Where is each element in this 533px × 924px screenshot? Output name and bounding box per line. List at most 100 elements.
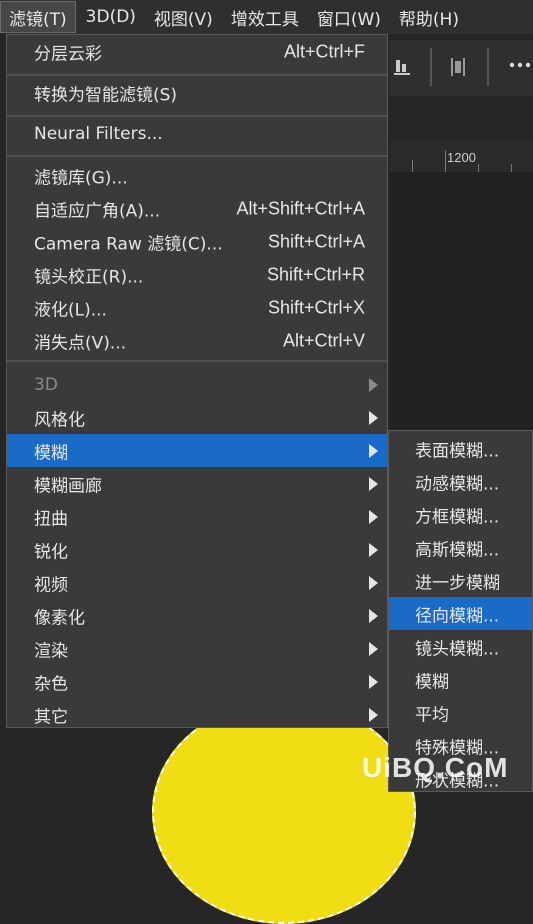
toolbar-divider [487, 48, 489, 86]
menu-item-vanishing-point[interactable]: 消失点(V)... Alt+Ctrl+V [7, 324, 387, 357]
submenu-item-label: 高斯模糊... [415, 540, 500, 560]
menu-view[interactable]: 视图(V) [146, 2, 221, 32]
ruler-label: 1200 [447, 150, 476, 165]
submenu-item-label: 动感模糊... [415, 474, 500, 494]
menu-item-label: 3D [34, 374, 58, 395]
filter-menu: 分层云彩 Alt+Ctrl+F 转换为智能滤镜(S) Neural Filter… [6, 34, 388, 728]
menu-bar: 滤镜(T) 3D(D) 视图(V) 增效工具 窗口(W) 帮助(H) [0, 0, 533, 34]
menu-3d[interactable]: 3D(D) [78, 2, 144, 32]
submenu-item-label: 径向模糊... [415, 606, 500, 626]
submenu-item-blur[interactable]: 模糊 [389, 663, 532, 696]
menu-item-label: 模糊画廊 [34, 476, 102, 496]
submenu-item-label: 方框模糊... [415, 507, 500, 527]
submenu-item-surface-blur[interactable]: 表面模糊... [389, 432, 532, 465]
ruler-tick [412, 160, 413, 172]
submenu-item-label: 表面模糊... [415, 441, 500, 461]
menu-item-shortcut: Shift+Ctrl+A [267, 231, 365, 251]
submenu-arrow-icon [369, 476, 378, 491]
menu-item-label: 渲染 [34, 641, 68, 661]
canvas-area [390, 172, 533, 430]
submenu-item-average[interactable]: 平均 [389, 696, 532, 729]
menu-item-neural-filters[interactable]: Neural Filters... [7, 117, 387, 150]
more-options-icon[interactable] [508, 60, 532, 70]
menu-item-label: 其它 [34, 707, 68, 727]
submenu-item-label: 平均 [415, 705, 449, 725]
menu-item-label: 风格化 [34, 410, 85, 430]
menu-item-sharpen[interactable]: 锐化 [7, 533, 387, 566]
menu-item-liquify[interactable]: 液化(L)... Shift+Ctrl+X [7, 291, 387, 324]
submenu-item-label: 模糊 [415, 672, 449, 692]
blur-submenu: 表面模糊... 动感模糊... 方框模糊... 高斯模糊... 进一步模糊 径向… [388, 430, 533, 792]
align-bottom-icon[interactable] [390, 54, 416, 80]
menu-item-label: 滤镜库(G)... [34, 168, 128, 188]
options-toolbar [390, 40, 533, 96]
menu-item-shortcut: Alt+Ctrl+F [283, 41, 365, 61]
menu-separator [7, 155, 387, 157]
submenu-item-gaussian-blur[interactable]: 高斯模糊... [389, 531, 532, 564]
menu-item-filter-gallery[interactable]: 滤镜库(G)... [7, 159, 387, 192]
submenu-item-blur-more[interactable]: 进一步模糊 [389, 564, 532, 597]
submenu-arrow-icon [369, 377, 378, 392]
submenu-item-label: 镜头模糊... [415, 639, 500, 659]
menu-item-shortcut: Alt+Ctrl+V [282, 330, 365, 350]
submenu-item-label: 进一步模糊 [415, 573, 500, 593]
menu-plugins[interactable]: 增效工具 [223, 2, 307, 32]
submenu-arrow-icon [369, 674, 378, 689]
menu-item-difference-clouds[interactable]: 分层云彩 Alt+Ctrl+F [7, 35, 387, 68]
submenu-item-lens-blur[interactable]: 镜头模糊... [389, 630, 532, 663]
menu-item-blur-gallery[interactable]: 模糊画廊 [7, 467, 387, 500]
menu-item-shortcut: Shift+Ctrl+X [267, 297, 365, 317]
watermark-logo: UiBQ.CoM [362, 752, 509, 783]
menu-item-video[interactable]: 视频 [7, 566, 387, 599]
menu-item-label: Neural Filters... [34, 123, 163, 144]
submenu-arrow-icon [369, 608, 378, 623]
menu-item-label: 消失点(V)... [34, 333, 127, 353]
distribute-icon[interactable] [445, 54, 471, 80]
menu-item-adaptive-wide-angle[interactable]: 自适应广角(A)... Alt+Shift+Ctrl+A [7, 192, 387, 225]
menu-item-label: 模糊 [34, 443, 68, 463]
menu-item-label: 分层云彩 [34, 44, 102, 64]
menu-item-label: Camera Raw 滤镜(C)... [34, 234, 223, 254]
canvas-yellow-shape [152, 700, 416, 924]
menu-item-stylize[interactable]: 风格化 [7, 401, 387, 434]
submenu-item-motion-blur[interactable]: 动感模糊... [389, 465, 532, 498]
menu-item-convert-smart-filters[interactable]: 转换为智能滤镜(S) [7, 76, 387, 109]
submenu-arrow-icon [369, 707, 378, 722]
menu-item-label: 杂色 [34, 674, 68, 694]
menu-item-label: 自适应广角(A)... [34, 201, 161, 221]
ruler-tick [445, 150, 446, 172]
submenu-arrow-icon [369, 575, 378, 590]
menu-item-other[interactable]: 其它 [7, 698, 387, 731]
menu-item-blur[interactable]: 模糊 [7, 434, 387, 467]
menu-item-label: 镜头校正(R)... [34, 267, 144, 287]
menu-help[interactable]: 帮助(H) [391, 2, 467, 32]
toolbar-divider [430, 48, 432, 86]
menu-item-pixelate[interactable]: 像素化 [7, 599, 387, 632]
menu-item-label: 视频 [34, 575, 68, 595]
submenu-arrow-icon [369, 641, 378, 656]
menu-item-render[interactable]: 渲染 [7, 632, 387, 665]
menu-item-label: 锐化 [34, 542, 68, 562]
menu-item-3d: 3D [7, 368, 387, 401]
submenu-arrow-icon [369, 410, 378, 425]
menu-item-camera-raw[interactable]: Camera Raw 滤镜(C)... Shift+Ctrl+A [7, 225, 387, 258]
submenu-item-radial-blur[interactable]: 径向模糊... [389, 597, 532, 630]
submenu-arrow-icon [369, 542, 378, 557]
submenu-item-box-blur[interactable]: 方框模糊... [389, 498, 532, 531]
ruler-tick [511, 164, 512, 172]
menu-item-shortcut: Alt+Shift+Ctrl+A [236, 198, 365, 218]
menu-item-label: 扭曲 [34, 509, 68, 529]
menu-item-distort[interactable]: 扭曲 [7, 500, 387, 533]
menu-item-noise[interactable]: 杂色 [7, 665, 387, 698]
menu-item-label: 像素化 [34, 608, 85, 628]
menu-window[interactable]: 窗口(W) [309, 2, 389, 32]
menu-item-shortcut: Shift+Ctrl+R [266, 264, 365, 284]
submenu-arrow-icon [369, 509, 378, 524]
submenu-arrow-icon [369, 443, 378, 458]
menu-item-label: 转换为智能滤镜(S) [34, 85, 178, 105]
menu-item-label: 液化(L)... [34, 300, 107, 320]
menu-separator [7, 360, 387, 362]
menu-item-lens-correction[interactable]: 镜头校正(R)... Shift+Ctrl+R [7, 258, 387, 291]
menu-filter[interactable]: 滤镜(T) [0, 1, 76, 33]
ruler-tick [478, 164, 479, 172]
